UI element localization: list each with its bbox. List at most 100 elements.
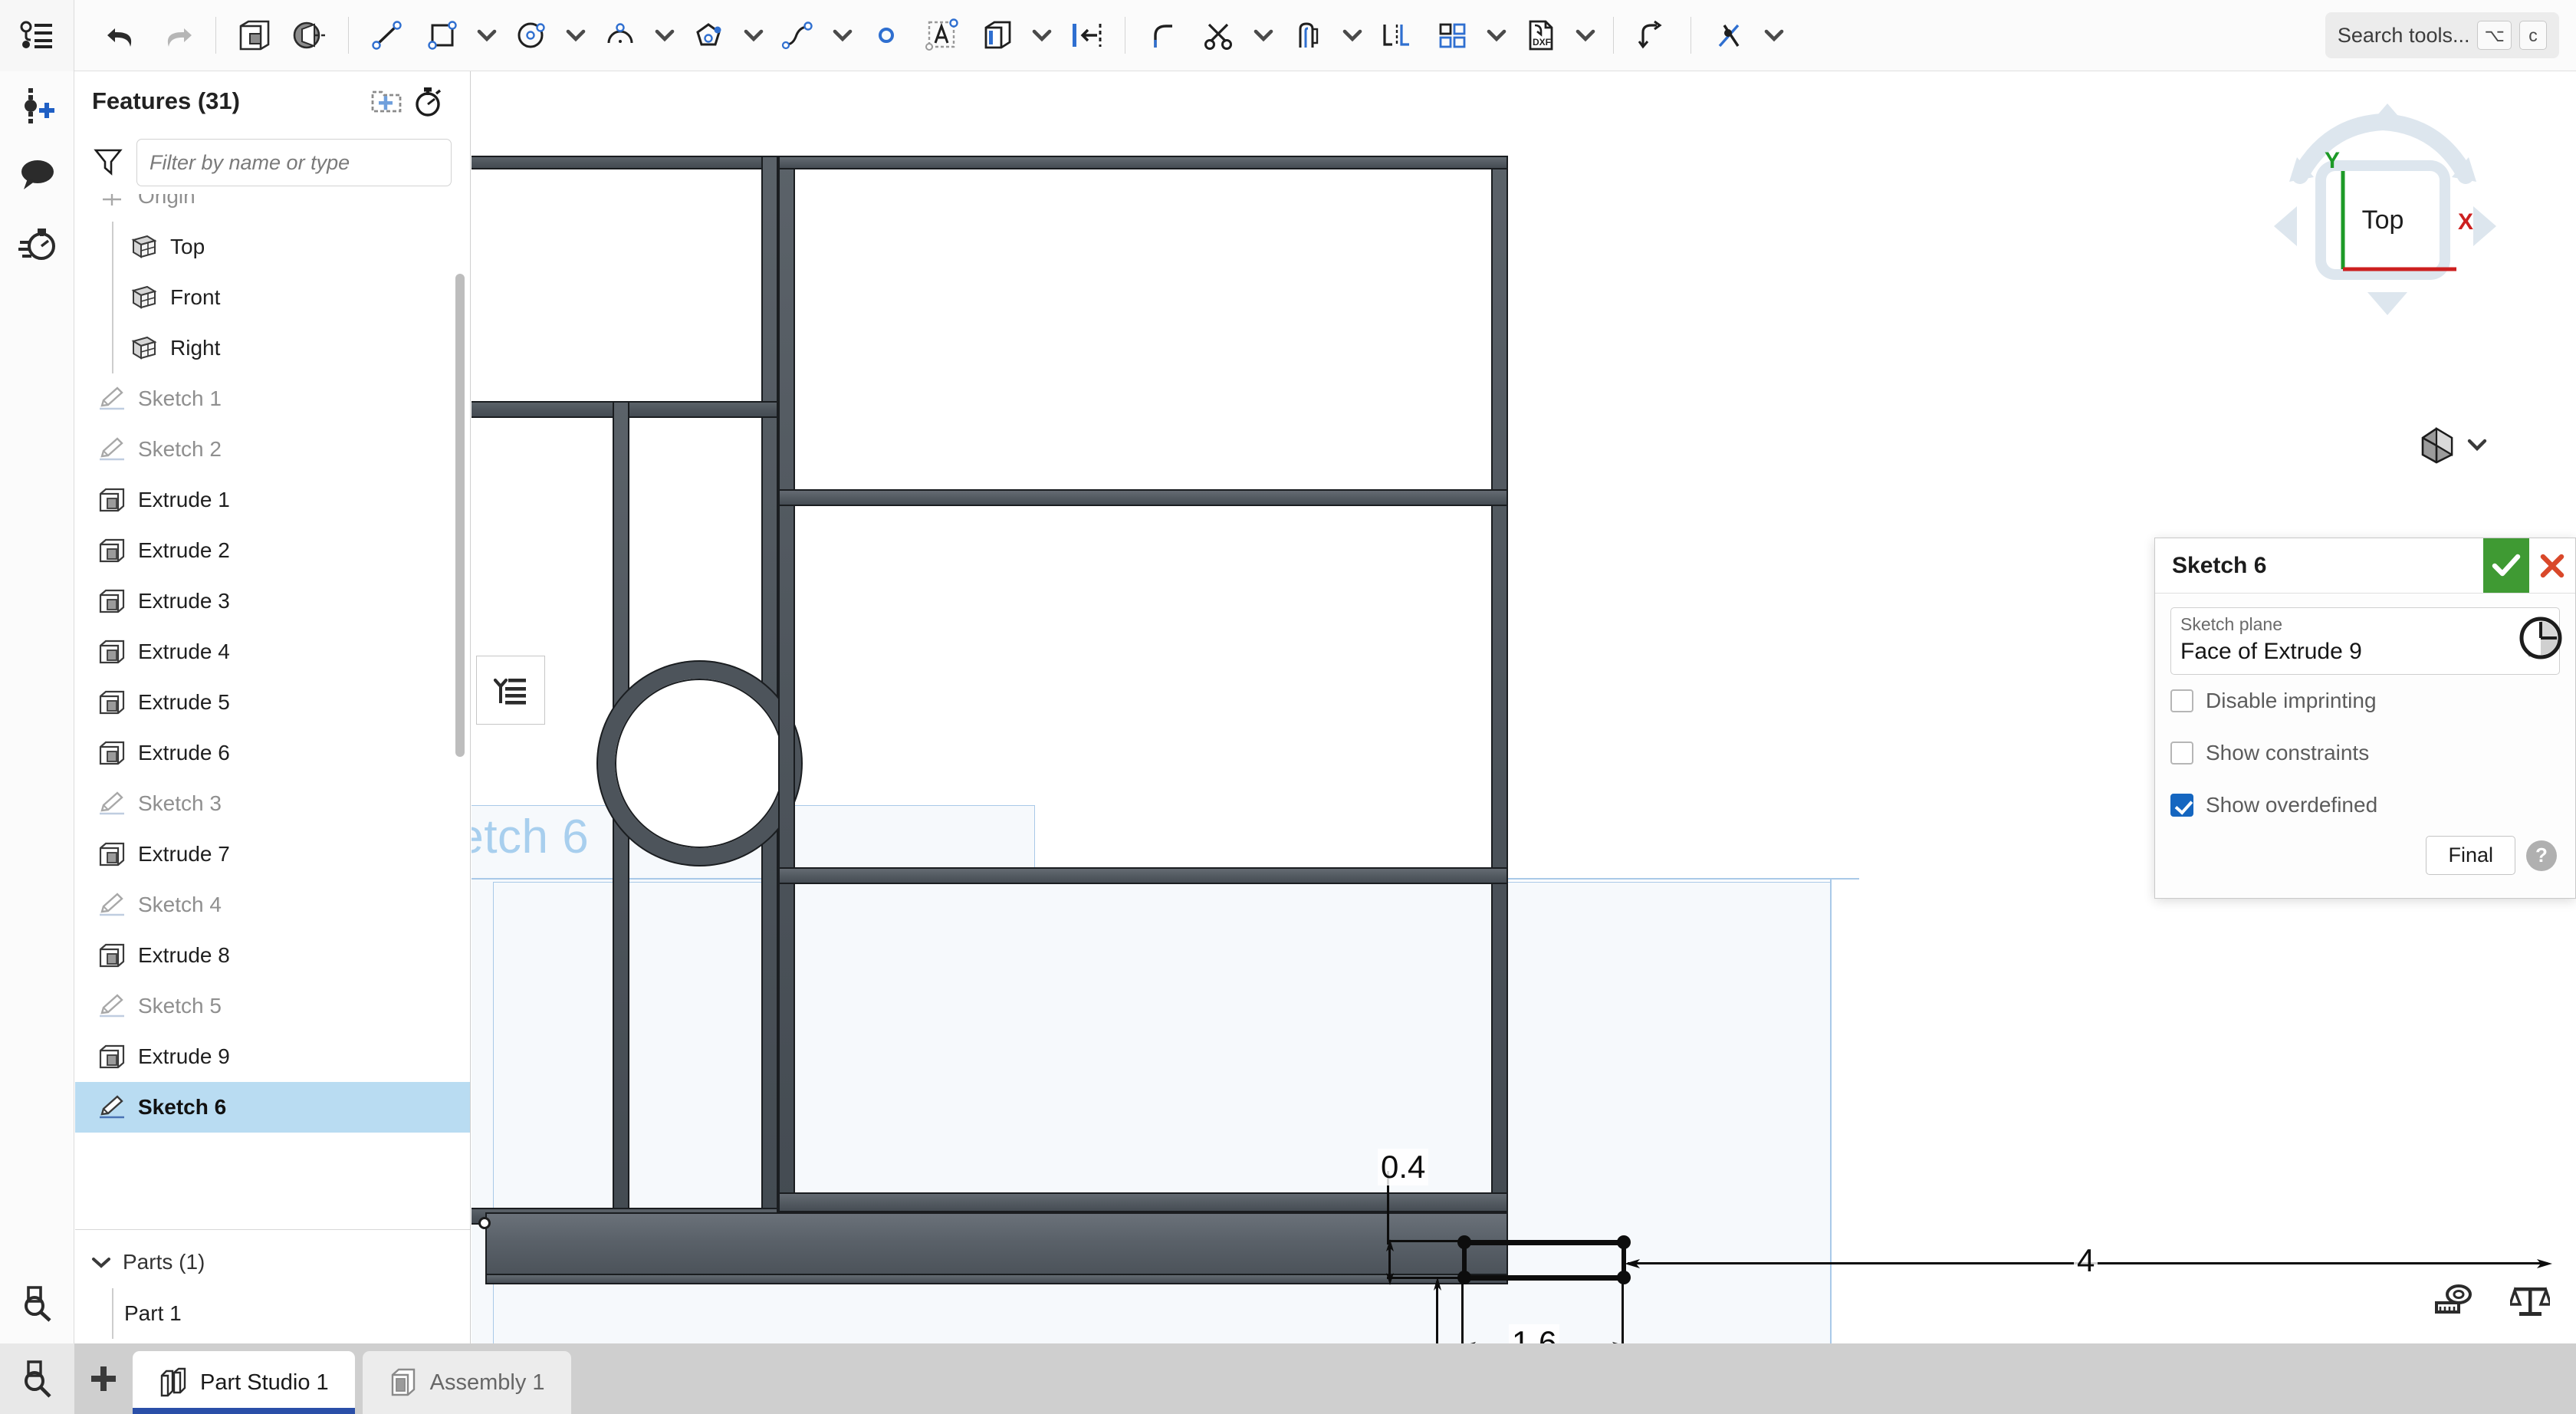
sketch-plane-field[interactable]: Sketch plane Face of Extrude 9 ✕ bbox=[2170, 607, 2560, 675]
rectangle-tool-button[interactable] bbox=[415, 0, 470, 71]
plane-button[interactable] bbox=[282, 0, 337, 71]
comments-button[interactable] bbox=[0, 140, 74, 209]
feature-list-icon[interactable] bbox=[0, 0, 74, 71]
help-icon[interactable]: ? bbox=[2526, 840, 2557, 871]
feature-row-extrude-3[interactable]: Extrude 3 bbox=[75, 576, 470, 626]
point-tool-button[interactable] bbox=[859, 0, 915, 71]
transform-button[interactable] bbox=[1625, 0, 1680, 71]
offset-dropdown[interactable] bbox=[1336, 0, 1369, 71]
use-project-dropdown[interactable] bbox=[1025, 0, 1059, 71]
polygon-dropdown[interactable] bbox=[737, 0, 770, 71]
disable-imprinting-row[interactable]: Disable imprinting bbox=[2170, 675, 2560, 727]
construction-dropdown[interactable] bbox=[1757, 0, 1791, 71]
search-part-button[interactable] bbox=[0, 1268, 74, 1337]
line-tool-button[interactable] bbox=[360, 0, 415, 71]
insert-feature-button[interactable] bbox=[0, 71, 74, 140]
feature-row-extrude-8[interactable]: Extrude 8 bbox=[75, 930, 470, 981]
collapse-tree-icon[interactable] bbox=[476, 656, 545, 725]
feature-row-sketch-5[interactable]: Sketch 5 bbox=[75, 981, 470, 1031]
linear-pattern-icon bbox=[1378, 18, 1415, 52]
feature-row-sketch-4[interactable]: Sketch 4 bbox=[75, 880, 470, 930]
search-tools-button[interactable]: Search tools... ⌥ c bbox=[2325, 12, 2559, 58]
offset-button[interactable] bbox=[1280, 0, 1336, 71]
feature-row-front[interactable]: Front bbox=[75, 272, 470, 323]
tab-part-studio-1[interactable]: Part Studio 1 bbox=[133, 1351, 355, 1414]
measure-button[interactable] bbox=[2432, 1281, 2475, 1324]
tab-assembly-1[interactable]: Assembly 1 bbox=[363, 1351, 571, 1414]
spline-dropdown[interactable] bbox=[826, 0, 859, 71]
display-mode-button[interactable] bbox=[2415, 424, 2487, 465]
linear-pattern-button[interactable] bbox=[1369, 0, 1424, 71]
view-cube-arrow-down[interactable] bbox=[2367, 292, 2407, 315]
mirror-button[interactable] bbox=[1059, 0, 1114, 71]
text-tool-button[interactable] bbox=[915, 0, 970, 71]
feature-row-sketch-3[interactable]: Sketch 3 bbox=[75, 778, 470, 829]
fillet-button[interactable] bbox=[1136, 0, 1191, 71]
mass-properties-button[interactable] bbox=[2510, 1281, 2550, 1324]
dim-label-4[interactable]: 4 bbox=[2074, 1242, 2098, 1279]
polygon-tool-button[interactable] bbox=[682, 0, 737, 71]
plus-icon bbox=[87, 1362, 120, 1396]
add-tab-button[interactable] bbox=[74, 1343, 133, 1414]
trim-button[interactable] bbox=[1191, 0, 1247, 71]
spline-tool-button[interactable] bbox=[770, 0, 826, 71]
disable-imprinting-checkbox[interactable] bbox=[2170, 689, 2193, 712]
feature-list-scrollbar[interactable] bbox=[455, 274, 465, 757]
grid-pattern-dropdown[interactable] bbox=[1480, 0, 1513, 71]
final-button[interactable]: Final bbox=[2426, 836, 2515, 875]
feature-row-top[interactable]: Top bbox=[75, 222, 470, 272]
view-cube-arrow-left[interactable] bbox=[2274, 206, 2297, 246]
feature-row-extrude-6[interactable]: Extrude 6 bbox=[75, 728, 470, 778]
feature-row-origin[interactable]: Origin bbox=[75, 194, 470, 222]
show-overdefined-row[interactable]: Show overdefined bbox=[2170, 779, 2560, 831]
feature-row-sketch-1[interactable]: Sketch 1 bbox=[75, 373, 470, 424]
part-row[interactable]: Part 1 bbox=[75, 1288, 470, 1339]
show-overdefined-checkbox[interactable] bbox=[2170, 794, 2193, 817]
circle-dropdown[interactable] bbox=[559, 0, 593, 71]
feature-row-right[interactable]: Right bbox=[75, 323, 470, 373]
history-button[interactable] bbox=[0, 209, 74, 278]
trim-dropdown[interactable] bbox=[1247, 0, 1280, 71]
sketch-point[interactable] bbox=[1457, 1235, 1471, 1249]
stopwatch-icon[interactable] bbox=[407, 81, 449, 122]
undo-button[interactable] bbox=[94, 0, 150, 71]
new-folder-plus-icon[interactable] bbox=[366, 81, 407, 122]
sketch-point[interactable] bbox=[1617, 1235, 1631, 1249]
rectangle-dropdown[interactable] bbox=[470, 0, 504, 71]
parts-header[interactable]: Parts (1) bbox=[75, 1236, 470, 1288]
funnel-filter-icon[interactable] bbox=[92, 145, 124, 181]
feature-row-extrude-4[interactable]: Extrude 4 bbox=[75, 626, 470, 677]
use-project-button[interactable] bbox=[970, 0, 1025, 71]
dxf-import-dropdown[interactable] bbox=[1569, 0, 1602, 71]
circle-tool-button[interactable] bbox=[504, 0, 559, 71]
redo-button[interactable] bbox=[150, 0, 205, 71]
show-constraints-row[interactable]: Show constraints bbox=[2170, 727, 2560, 779]
new-sketch-button[interactable] bbox=[227, 0, 282, 71]
arc-dropdown[interactable] bbox=[648, 0, 682, 71]
sketch-dialog: Sketch 6 Sketch plane Face of Extrude 9 … bbox=[2154, 538, 2576, 899]
feature-row-extrude-7[interactable]: Extrude 7 bbox=[75, 829, 470, 880]
sketch-icon bbox=[92, 790, 132, 817]
feature-row-extrude-9[interactable]: Extrude 9 bbox=[75, 1031, 470, 1082]
cancel-button[interactable] bbox=[2529, 538, 2575, 593]
show-constraints-checkbox[interactable] bbox=[2170, 742, 2193, 765]
extrude-icon bbox=[97, 486, 127, 514]
plane-icon bbox=[124, 335, 164, 361]
grid-pattern-button[interactable] bbox=[1424, 0, 1480, 71]
feature-row-sketch-2[interactable]: Sketch 2 bbox=[75, 424, 470, 475]
feature-row-extrude-5[interactable]: Extrude 5 bbox=[75, 677, 470, 728]
feature-row-sketch-6[interactable]: Sketch 6 bbox=[75, 1082, 470, 1133]
arc-tool-button[interactable] bbox=[593, 0, 648, 71]
view-cube[interactable]: Top Y X bbox=[2252, 81, 2513, 341]
feature-list[interactable]: OriginTopFrontRightSketch 1Sketch 2Extru… bbox=[75, 194, 470, 1223]
pie-clock-icon[interactable] bbox=[2516, 613, 2565, 663]
dxf-import-button[interactable]: DXF bbox=[1513, 0, 1569, 71]
tab-search-button[interactable] bbox=[0, 1343, 74, 1414]
feature-row-extrude-2[interactable]: Extrude 2 bbox=[75, 525, 470, 576]
feature-row-extrude-1[interactable]: Extrude 1 bbox=[75, 475, 470, 525]
accept-button[interactable] bbox=[2483, 538, 2529, 593]
feature-filter-input[interactable] bbox=[136, 139, 452, 186]
dim-label-0-4[interactable]: 0.4 bbox=[1378, 1149, 1428, 1185]
construction-button[interactable] bbox=[1702, 0, 1757, 71]
dim-label-1-6[interactable]: 1.6 bbox=[1509, 1324, 1559, 1343]
